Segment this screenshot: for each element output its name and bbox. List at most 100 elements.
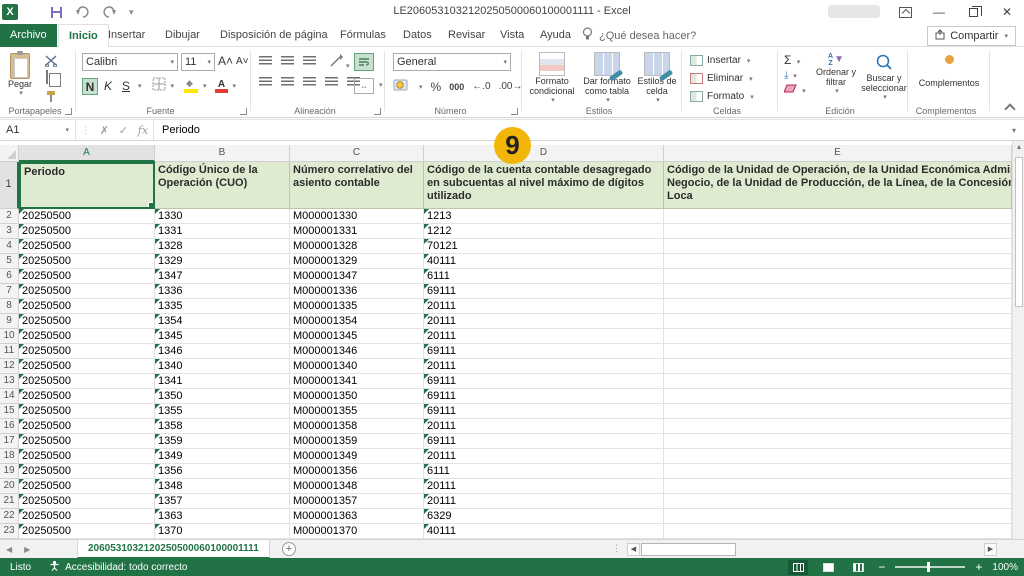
orientation-button[interactable]: ▾ bbox=[329, 53, 350, 71]
align-center-icon[interactable] bbox=[281, 77, 294, 87]
grid-cell[interactable]: 69111 bbox=[424, 389, 664, 404]
grid-cell[interactable]: M000001328 bbox=[290, 239, 424, 254]
grid-cell[interactable]: 20250500 bbox=[19, 404, 155, 419]
grid-cell[interactable]: 40111 bbox=[424, 524, 664, 539]
grid-cell[interactable]: 1345 bbox=[155, 329, 290, 344]
grid-cell[interactable]: 20250500 bbox=[19, 284, 155, 299]
grid-cell[interactable] bbox=[664, 209, 1012, 224]
zoom-out-button[interactable]: − bbox=[878, 560, 885, 574]
row-number[interactable]: 21 bbox=[0, 494, 19, 509]
row-number[interactable]: 17 bbox=[0, 434, 19, 449]
grid-cell[interactable]: 1341 bbox=[155, 374, 290, 389]
grid-cell[interactable]: 69111 bbox=[424, 344, 664, 359]
tab-insertar[interactable]: Insertar bbox=[98, 24, 155, 47]
grid-cell[interactable]: 1347 bbox=[155, 269, 290, 284]
grid-cell[interactable]: 1346 bbox=[155, 344, 290, 359]
grid-cell[interactable] bbox=[664, 269, 1012, 284]
column-header-a[interactable]: A bbox=[19, 145, 155, 162]
grid-cell[interactable] bbox=[664, 494, 1012, 509]
cell-a1-selected[interactable]: Periodo bbox=[19, 162, 155, 209]
grid-cell[interactable]: 40111 bbox=[424, 254, 664, 269]
scroll-up-icon[interactable]: ▲ bbox=[1013, 144, 1024, 151]
grid-cell[interactable] bbox=[664, 329, 1012, 344]
format-as-table-button[interactable]: Dar formato como tabla▾ bbox=[580, 52, 634, 106]
tab-archivo[interactable]: Archivo bbox=[0, 24, 57, 47]
restore-button[interactable] bbox=[956, 0, 990, 24]
addins-button[interactable]: Complementos bbox=[916, 55, 982, 88]
zoom-in-button[interactable]: + bbox=[975, 560, 982, 574]
grid-cell[interactable] bbox=[664, 254, 1012, 269]
page-layout-view-button[interactable] bbox=[818, 560, 838, 575]
grid-cell[interactable]: 1348 bbox=[155, 479, 290, 494]
column-header-b[interactable]: B bbox=[155, 145, 290, 162]
row-number[interactable]: 2 bbox=[0, 209, 19, 224]
grid-cell[interactable] bbox=[664, 239, 1012, 254]
grid-cell[interactable]: 6111 bbox=[424, 464, 664, 479]
row-number[interactable]: 14 bbox=[0, 389, 19, 404]
clipboard-dialog-launcher[interactable] bbox=[65, 108, 72, 115]
grid-cell[interactable] bbox=[664, 299, 1012, 314]
grid-cell[interactable]: 20111 bbox=[424, 314, 664, 329]
grid-cell[interactable]: 20111 bbox=[424, 419, 664, 434]
row-number[interactable]: 8 bbox=[0, 299, 19, 314]
grid-cell[interactable]: M000001346 bbox=[290, 344, 424, 359]
grid-cell[interactable]: M000001359 bbox=[290, 434, 424, 449]
grid-cell[interactable]: 69111 bbox=[424, 284, 664, 299]
underline-dropdown-icon[interactable]: ▾ bbox=[138, 82, 142, 90]
grid-cell[interactable]: 20250500 bbox=[19, 269, 155, 284]
row-number[interactable]: 6 bbox=[0, 269, 19, 284]
grid-cell[interactable]: 1335 bbox=[155, 299, 290, 314]
borders-button[interactable] bbox=[152, 77, 167, 95]
grid-cell[interactable]: M000001329 bbox=[290, 254, 424, 269]
find-select-button[interactable]: Buscar y seleccionar▾ bbox=[862, 53, 906, 103]
row-number[interactable]: 20 bbox=[0, 479, 19, 494]
font-dialog-launcher[interactable] bbox=[240, 108, 247, 115]
align-bottom-icon[interactable] bbox=[303, 56, 316, 66]
delete-cells-button[interactable]: Eliminar▾ bbox=[690, 70, 753, 87]
grid-cell[interactable]: M000001330 bbox=[290, 209, 424, 224]
row-number[interactable]: 18 bbox=[0, 449, 19, 464]
clear-button[interactable]: ▾ bbox=[784, 84, 806, 96]
grid-cell[interactable]: 69111 bbox=[424, 434, 664, 449]
select-all-corner[interactable] bbox=[0, 145, 19, 162]
grid-cell[interactable]: 20250500 bbox=[19, 344, 155, 359]
align-left-icon[interactable] bbox=[259, 77, 272, 87]
grid-cell[interactable] bbox=[664, 284, 1012, 299]
grid-cell[interactable]: M000001348 bbox=[290, 479, 424, 494]
grid-cell[interactable] bbox=[664, 404, 1012, 419]
grid-cell[interactable]: M000001357 bbox=[290, 494, 424, 509]
copy-button[interactable] bbox=[46, 71, 48, 83]
grid-cell[interactable]: 70121 bbox=[424, 239, 664, 254]
grid-cell[interactable]: 20111 bbox=[424, 449, 664, 464]
grid-cell[interactable]: M000001340 bbox=[290, 359, 424, 374]
formula-content[interactable]: Periodo bbox=[154, 120, 1004, 140]
grid-cell[interactable] bbox=[664, 344, 1012, 359]
grid-cell[interactable]: 20250500 bbox=[19, 434, 155, 449]
row-number[interactable]: 7 bbox=[0, 284, 19, 299]
grid-cell[interactable]: M000001336 bbox=[290, 284, 424, 299]
grid-cell[interactable]: 20111 bbox=[424, 494, 664, 509]
grid-cell[interactable]: 20250500 bbox=[19, 254, 155, 269]
grid-cell[interactable]: M000001347 bbox=[290, 269, 424, 284]
grid-cell[interactable]: 20250500 bbox=[19, 479, 155, 494]
cancel-formula-icon[interactable]: ✗ bbox=[100, 124, 109, 137]
new-sheet-icon[interactable]: + bbox=[282, 542, 296, 556]
autosum-button[interactable]: Σ ▾ bbox=[784, 53, 806, 67]
grid-cell[interactable]: 1354 bbox=[155, 314, 290, 329]
grid-cell[interactable]: M000001345 bbox=[290, 329, 424, 344]
grid-cell[interactable]: M000001363 bbox=[290, 509, 424, 524]
font-color-button[interactable]: A bbox=[215, 79, 229, 93]
cell-c1[interactable]: Número correlativo del asiento contable bbox=[290, 162, 424, 209]
row-number[interactable]: 23 bbox=[0, 524, 19, 539]
close-button[interactable]: ✕ bbox=[990, 0, 1024, 24]
paste-button[interactable]: Pegar▾ bbox=[8, 53, 32, 99]
grid-cell[interactable]: 20250500 bbox=[19, 314, 155, 329]
font-name-combo[interactable]: Calibri▾ bbox=[82, 53, 178, 71]
cell-d1[interactable]: Código de la cuenta contable desagregado… bbox=[424, 162, 664, 209]
grid-cell[interactable]: 1336 bbox=[155, 284, 290, 299]
cell-b1[interactable]: Código Único de la Operación (CUO) bbox=[155, 162, 290, 209]
grid-cell[interactable]: 1350 bbox=[155, 389, 290, 404]
zoom-slider[interactable] bbox=[895, 566, 965, 568]
tab-dibujar[interactable]: Dibujar bbox=[155, 24, 210, 47]
grid-cell[interactable]: 20250500 bbox=[19, 224, 155, 239]
